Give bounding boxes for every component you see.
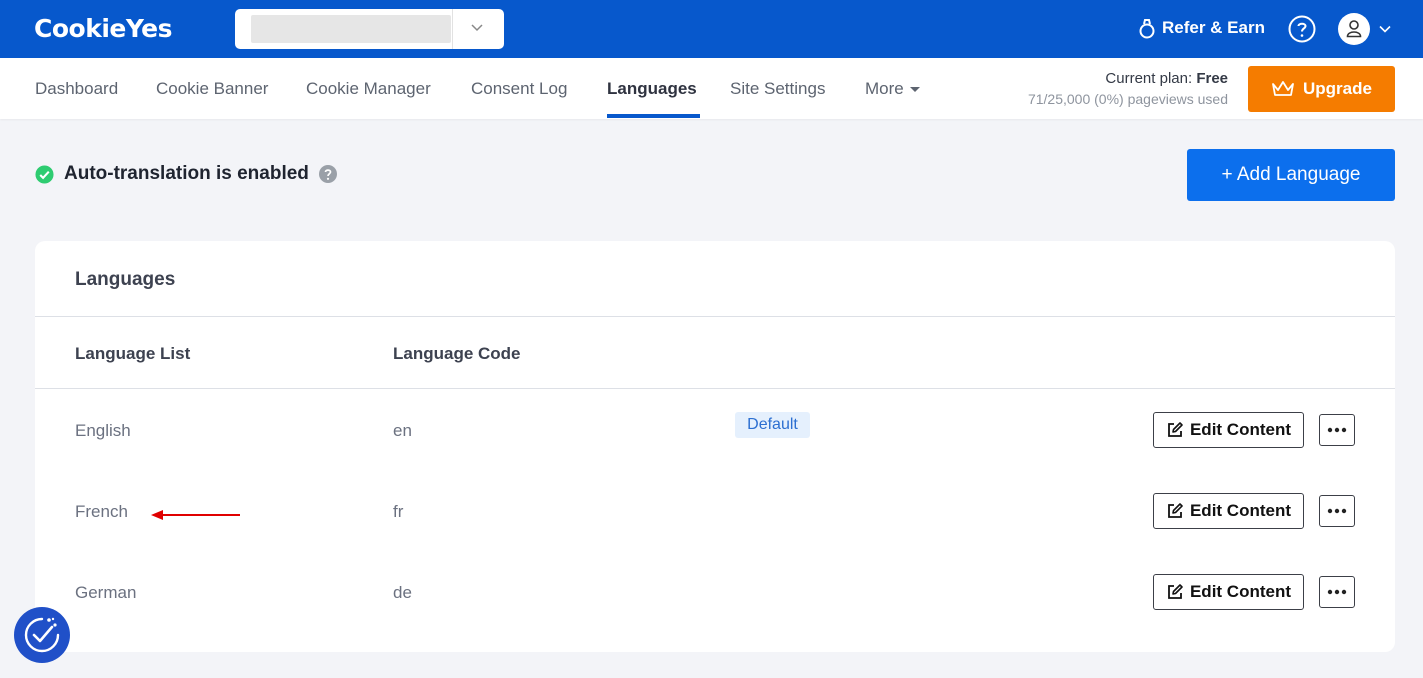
tab-dashboard[interactable]: Dashboard: [35, 79, 118, 99]
top-bar: CookieYes Refer & Earn: [0, 0, 1423, 58]
tab-more-label: More: [865, 79, 904, 98]
annotation-arrow: [151, 510, 240, 520]
chevron-down-icon: [471, 24, 483, 32]
current-plan-name: Free: [1196, 70, 1228, 87]
crown-icon: [1272, 81, 1294, 96]
tab-consent-log[interactable]: Consent Log: [471, 79, 567, 99]
caret-down-icon: [909, 87, 920, 93]
more-actions-button-german[interactable]: [1319, 576, 1355, 608]
divider: [35, 388, 1395, 389]
more-actions-button-french[interactable]: [1319, 495, 1355, 527]
site-name-redacted: [251, 15, 451, 43]
current-plan-label: Current plan:: [1105, 70, 1193, 87]
refer-earn-label: Refer & Earn: [1162, 18, 1265, 37]
consent-preferences-fab[interactable]: [14, 607, 70, 663]
auto-translation-text: Auto-translation is enabled: [64, 163, 309, 184]
help-icon[interactable]: [1288, 15, 1316, 43]
refer-earn-link[interactable]: Refer & Earn: [1138, 17, 1265, 39]
edit-content-button-german[interactable]: Edit Content: [1153, 574, 1304, 610]
ring-icon: [1139, 19, 1155, 39]
more-dots-icon: [1327, 589, 1347, 595]
plan-info: Current plan: Free 71/25,000 (0%) pagevi…: [1028, 70, 1228, 107]
column-header-language-code: Language Code: [393, 344, 521, 363]
user-avatar[interactable]: [1338, 13, 1370, 45]
site-selector-divider: [452, 9, 453, 49]
account-chevron-down-icon[interactable]: [1378, 22, 1392, 36]
current-plan: Current plan: Free: [1028, 70, 1228, 87]
check-circle-icon: [35, 164, 54, 184]
tab-site-settings[interactable]: Site Settings: [730, 79, 825, 99]
language-name-german: German: [75, 583, 137, 602]
tab-more[interactable]: More: [865, 79, 920, 99]
auto-translation-status: Auto-translation is enabled: [35, 163, 337, 185]
more-actions-button-english[interactable]: [1319, 414, 1355, 446]
column-header-language-list: Language List: [75, 344, 191, 363]
user-icon: [1346, 20, 1362, 38]
edit-content-label: Edit Content: [1189, 420, 1292, 439]
edit-content-button-french[interactable]: Edit Content: [1153, 493, 1304, 529]
languages-card-title: Languages: [75, 269, 176, 290]
edit-icon: [1168, 584, 1183, 599]
upgrade-label: Upgrade: [1303, 79, 1372, 98]
language-code-de: de: [393, 583, 412, 602]
main-nav: Dashboard Cookie Banner Cookie Manager C…: [0, 58, 1423, 119]
language-name-english: English: [75, 421, 131, 440]
tab-cookie-manager[interactable]: Cookie Manager: [306, 79, 431, 99]
default-badge: Default: [735, 412, 810, 438]
upgrade-button[interactable]: Upgrade: [1248, 66, 1395, 112]
site-selector[interactable]: [235, 9, 504, 49]
languages-card: Languages Language List Language Code En…: [35, 241, 1395, 652]
edit-icon: [1168, 503, 1183, 518]
divider: [35, 316, 1395, 317]
active-tab-indicator: [607, 114, 700, 118]
edit-content-label: Edit Content: [1189, 501, 1292, 520]
tab-languages[interactable]: Languages: [607, 79, 697, 99]
edit-content-button-english[interactable]: Edit Content: [1153, 412, 1304, 448]
question-icon[interactable]: [318, 165, 337, 183]
language-code-fr: fr: [393, 502, 404, 521]
consent-fab-icon: [24, 617, 60, 653]
cookieyes-logo[interactable]: CookieYes: [34, 14, 173, 43]
edit-content-label: Edit Content: [1189, 582, 1292, 601]
add-language-button[interactable]: + Add Language: [1187, 149, 1395, 201]
edit-icon: [1168, 422, 1183, 437]
more-dots-icon: [1327, 508, 1347, 514]
pageviews-usage: 71/25,000 (0%) pageviews used: [1027, 91, 1228, 107]
language-code-en: en: [393, 421, 412, 440]
language-name-french: French: [75, 502, 128, 521]
tab-cookie-banner[interactable]: Cookie Banner: [156, 79, 268, 99]
more-dots-icon: [1327, 427, 1347, 433]
